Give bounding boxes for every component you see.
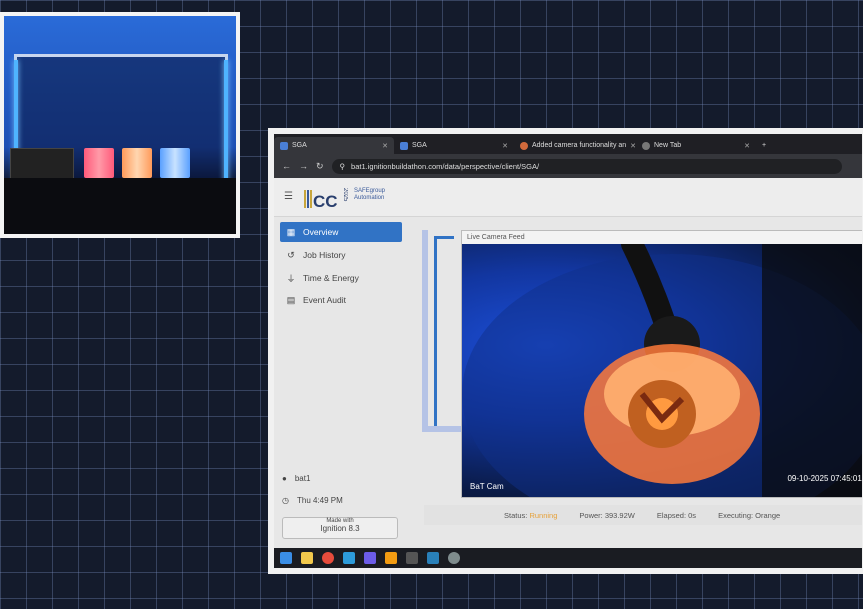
chrome-favicon-icon — [642, 141, 650, 150]
windows-start-icon[interactable] — [280, 552, 292, 564]
grid-icon: ▦ — [286, 226, 296, 237]
menu-collapse-icon[interactable]: ☰ — [284, 191, 293, 202]
made-with-ignition-badge: Made with Ignition 8.3 — [282, 517, 398, 539]
partner-logo-line2: Automation — [354, 195, 385, 201]
chrome-icon[interactable] — [322, 552, 334, 564]
settings-gear-icon[interactable] — [448, 552, 460, 564]
calendar-icon: ▤ — [286, 294, 296, 305]
camera-panel-title: Live Camera Feed — [467, 234, 525, 241]
close-icon[interactable]: ✕ — [744, 142, 750, 150]
status-field: Status: Running — [504, 511, 557, 520]
power-readout: Power: 393.92W — [579, 510, 635, 520]
forward-arrow-icon[interactable]: → — [299, 161, 308, 171]
terminal-icon[interactable] — [406, 552, 418, 564]
sidebar-item-label: Time & Energy — [303, 273, 359, 283]
made-with-line2: Ignition 8.3 — [320, 524, 360, 533]
rig-photo-image — [4, 16, 236, 234]
browser-tab-1[interactable]: SGA ✕ — [274, 137, 394, 154]
camera-label: BaT Cam — [470, 482, 504, 491]
sidebar-item-event-audit[interactable]: ▤ Event Audit — [280, 290, 402, 310]
new-tab-button[interactable]: + — [756, 137, 780, 154]
sidebar-item-job-history[interactable]: ↺ Job History — [280, 245, 402, 265]
url-text: bat1.ignitionbuildathon.com/data/perspec… — [351, 161, 540, 171]
diagram-pipe-active — [434, 236, 437, 426]
tab-label: SGA — [412, 142, 427, 149]
beaker-orange — [122, 148, 152, 178]
monitor: SGA ✕ SGA ✕ Added camera functionality a… — [268, 128, 863, 574]
executing-readout: Executing: Orange — [718, 510, 781, 520]
logo-text: CC — [313, 192, 338, 211]
sga-favicon-icon — [280, 141, 288, 150]
browser-tabbar: SGA ✕ SGA ✕ Added camera functionality a… — [274, 134, 862, 154]
camera-timestamp: 09-10-2025 07:45:01 PM — [787, 474, 862, 483]
perspective-app: ☰ CC 2025 SAFEgroup Automation ▦ Overvie… — [274, 178, 862, 549]
tab-label: New Tab — [654, 142, 682, 149]
rig-light-right — [224, 60, 228, 194]
diagram-pipe — [422, 230, 428, 430]
camera-feed: BaT Cam 09-10-2025 07:45:01 PM — [462, 244, 862, 497]
sidebar-item-overview[interactable]: ▦ Overview — [280, 222, 402, 242]
partner-logo-line1: SAFEgroup — [354, 188, 386, 194]
address-bar: ← → ↻ ⚲ bat1.ignitionbuildathon.com/data… — [274, 154, 862, 178]
history-icon: ↺ — [287, 249, 295, 260]
status-label: Status: — [504, 510, 528, 520]
diagram-pipe — [422, 426, 462, 432]
sidebar-item-time-energy[interactable]: ⏚ Time & Energy — [280, 268, 402, 288]
status-bar: Status: Running Power: 393.92W Elapsed: … — [424, 505, 862, 525]
cc-2025-logo: CC 2025 — [304, 188, 348, 211]
visual-studio-icon[interactable] — [364, 552, 376, 564]
screen: SGA ✕ SGA ✕ Added camera functionality a… — [274, 134, 862, 568]
plug-icon: ⏚ — [286, 273, 296, 284]
safegroup-logo: SAFEgroup Automation — [354, 188, 404, 210]
plus-icon: + — [762, 142, 767, 149]
github-favicon-icon — [520, 141, 528, 150]
logo-year: 2025 — [342, 188, 348, 202]
elapsed-readout: Elapsed: 0s — [656, 510, 697, 520]
sidebar-item-label: Overview — [303, 227, 339, 237]
user-icon: ● — [282, 474, 287, 483]
clock-time: Thu 4:49 PM — [296, 496, 343, 505]
status-value: Running — [529, 510, 558, 520]
sidebar: ▦ Overview ↺ Job History ⏚ Time & Energy… — [274, 216, 404, 549]
sidebar-item-label: Job History — [303, 250, 346, 260]
clock-info: ◷ Thu 4:49 PM — [282, 496, 343, 505]
sidebar-item-label: Event Audit — [303, 295, 347, 305]
photos-icon[interactable] — [427, 552, 439, 564]
file-explorer-icon[interactable] — [301, 552, 313, 564]
rig-photo — [0, 12, 240, 238]
browser-tab-4[interactable]: New Tab ✕ — [636, 137, 756, 154]
url-input[interactable]: ⚲ bat1.ignitionbuildathon.com/data/persp… — [331, 158, 842, 174]
reload-icon[interactable]: ↻ — [316, 161, 324, 172]
browser-tab-2[interactable]: SGA ✕ — [394, 137, 514, 154]
rig-base — [4, 178, 236, 234]
windows-taskbar — [274, 548, 862, 568]
beaker-blue — [160, 148, 190, 178]
app-header: ☰ CC 2025 SAFEgroup Automation — [274, 178, 862, 217]
beaker-red — [84, 148, 114, 178]
close-icon[interactable]: ✕ — [502, 142, 508, 150]
username: bat1 — [294, 474, 311, 483]
browser-tab-3[interactable]: Added camera functionality an ✕ — [514, 137, 636, 154]
app-icon[interactable] — [343, 552, 355, 564]
user-info: ● bat1 — [282, 474, 310, 483]
diagram-pipe-active — [434, 236, 454, 239]
tab-label: Added camera functionality an — [532, 142, 627, 149]
camera-scene — [462, 244, 862, 497]
ignition-designer-icon[interactable] — [385, 552, 397, 564]
tab-label: SGA — [292, 142, 307, 149]
close-icon[interactable]: ✕ — [382, 142, 388, 150]
live-camera-panel: Live Camera Feed BaT Cam 09-10-2025 07:4… — [461, 230, 862, 498]
rig-controller — [10, 148, 74, 182]
back-arrow-icon[interactable]: ← — [282, 161, 291, 171]
site-info-icon[interactable]: ⚲ — [340, 162, 346, 171]
sga-favicon-icon — [400, 141, 408, 150]
clock-icon: ◷ — [282, 496, 289, 505]
